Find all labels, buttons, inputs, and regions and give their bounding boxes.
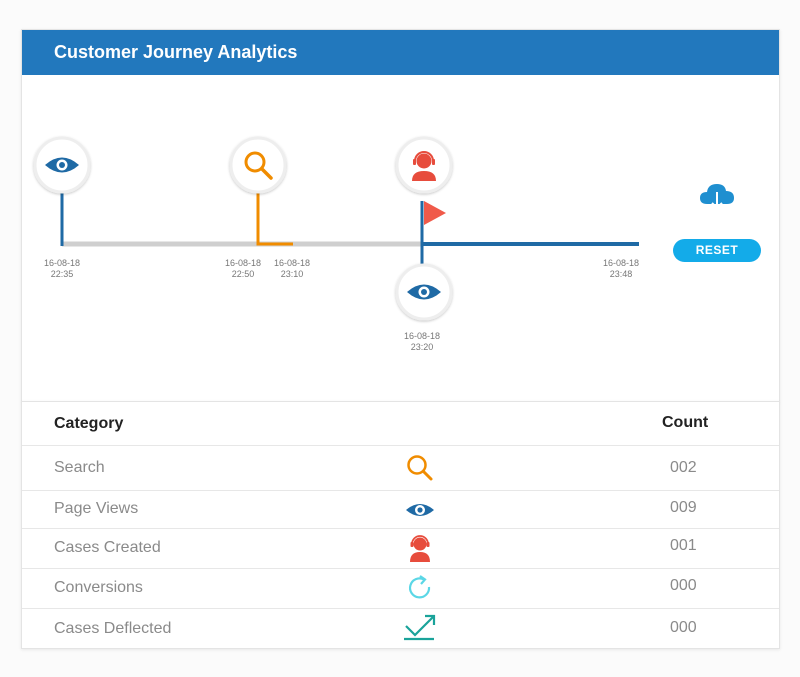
table-row: Conversions 000: [22, 569, 779, 609]
row-label: Cases Deflected: [54, 620, 172, 637]
refresh-icon: [408, 575, 431, 599]
timestamp: 16-08-18 22:35: [43, 258, 81, 279]
row-count: 009: [670, 499, 697, 516]
column-header-count: Count: [662, 414, 709, 431]
table-header: Category Count: [22, 402, 779, 446]
category-table: Category Count Search 002 Page Views 009…: [21, 401, 780, 649]
row-count: 001: [670, 537, 697, 554]
timestamp: 16-08-18 23:10: [273, 258, 311, 279]
column-header-category: Category: [54, 415, 124, 432]
card-header: Customer Journey Analytics: [22, 30, 779, 75]
journey-card: Customer Journey Analytics 16-08-18 22:3…: [21, 29, 780, 402]
row-label: Search: [54, 459, 105, 476]
event-stem: [256, 191, 293, 246]
table-row: Page Views 009: [22, 491, 779, 529]
timeline: 16-08-18 22:35 16-08-18 22:50 16-08-18 23:1…: [22, 75, 779, 401]
cloud-download-icon[interactable]: [698, 180, 736, 214]
reset-button[interactable]: RESET: [673, 239, 761, 262]
row-label: Conversions: [54, 579, 143, 596]
search-icon: [407, 455, 433, 481]
row-label: Page Views: [54, 500, 139, 517]
trend-arrow-icon: [404, 614, 436, 641]
agent-icon: [410, 535, 430, 562]
event-marker-search: [229, 136, 287, 194]
table-row: Cases Deflected 000: [22, 609, 779, 647]
eye-icon: [406, 504, 434, 516]
page-title: Customer Journey Analytics: [54, 42, 298, 62]
timestamp: 16-08-18 23:48: [602, 258, 640, 279]
table-row: Cases Created 001: [22, 529, 779, 569]
row-count: 000: [670, 619, 697, 636]
table-row: Search 002: [22, 446, 779, 491]
row-label: Cases Created: [54, 539, 161, 556]
row-count: 002: [670, 459, 697, 476]
row-count: 000: [670, 577, 697, 594]
timestamp: 16-08-18 23:20: [403, 331, 441, 352]
flag-icon: [424, 201, 446, 225]
